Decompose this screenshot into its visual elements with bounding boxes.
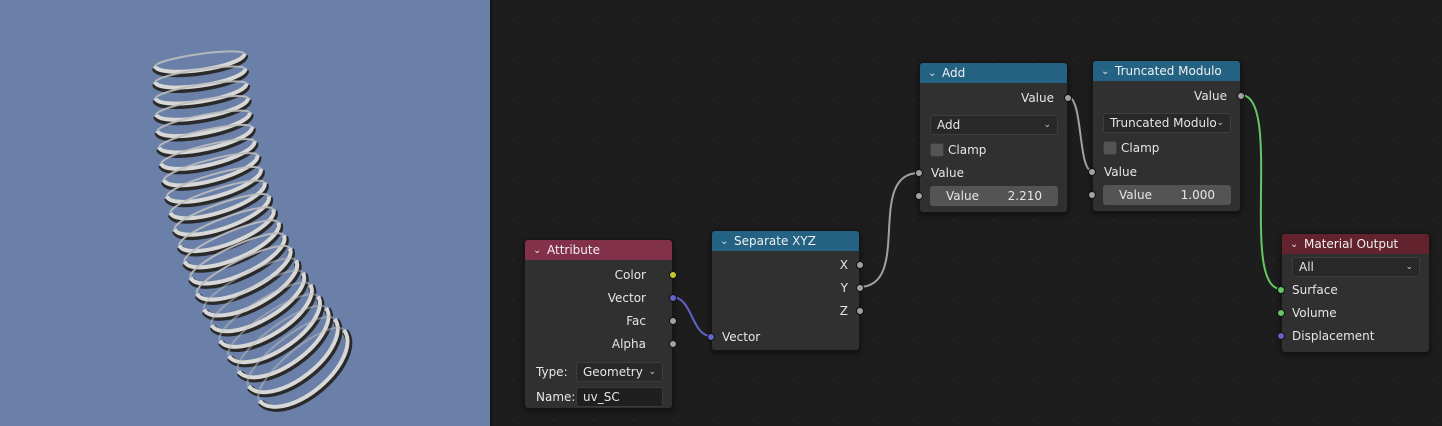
material-output-node[interactable]: ⌄ Material Output All ⌄ Surface Volume D… xyxy=(1277,233,1430,353)
output-x-label: X xyxy=(839,258,848,272)
clamp-label: Clamp xyxy=(1121,141,1160,155)
input-value-socket[interactable] xyxy=(1088,168,1096,176)
separate-xyz-node[interactable]: ⌄ Separate XYZ X Y Z Vector xyxy=(707,230,864,351)
value-field-label: Value xyxy=(946,189,979,203)
chevron-down-icon: ⌄ xyxy=(648,367,656,377)
input-vector-label: Vector xyxy=(722,330,761,344)
operation-value: Truncated Modulo xyxy=(1110,116,1217,130)
input-value2-socket[interactable] xyxy=(915,192,923,200)
node-title: Separate XYZ xyxy=(734,234,816,248)
attribute-name-value: uv_SC xyxy=(583,390,620,404)
input-volume-socket[interactable] xyxy=(1277,309,1285,317)
output-fac-socket[interactable] xyxy=(669,317,677,325)
link-y-to-add xyxy=(858,172,920,288)
output-value-label: Value xyxy=(1021,91,1054,105)
link-modulo-to-surface xyxy=(1240,94,1282,290)
chevron-down-icon: ⌄ xyxy=(1216,118,1224,128)
node-title: Material Output xyxy=(1304,237,1399,251)
input-surface-label: Surface xyxy=(1292,283,1338,297)
operation-dropdown[interactable]: Add ⌄ xyxy=(930,115,1058,135)
value-field-value: 2.210 xyxy=(1007,189,1042,203)
input-surface-socket[interactable] xyxy=(1277,286,1285,294)
output-y-socket[interactable] xyxy=(856,284,864,292)
math-add-node[interactable]: ⌄ Add Value Add ⌄ Clamp Value Value 2.21… xyxy=(915,62,1072,213)
clamp-label: Clamp xyxy=(948,143,987,157)
node-title: Add xyxy=(942,66,966,80)
chevron-down-icon[interactable]: ⌄ xyxy=(1101,66,1115,77)
tube-rib xyxy=(151,50,249,78)
attribute-node[interactable]: ⌄ Attribute Color Vector Fac Alpha Type:… xyxy=(524,239,677,409)
output-color-label: Color xyxy=(614,268,646,282)
input-value2-socket[interactable] xyxy=(1088,191,1096,199)
output-z-label: Z xyxy=(839,304,848,318)
input-displacement-label: Displacement xyxy=(1292,329,1375,343)
type-value: Geometry xyxy=(583,365,643,379)
material-output-node-header[interactable]: ⌄ Material Output xyxy=(1282,234,1429,254)
attribute-node-header[interactable]: ⌄ Attribute xyxy=(525,240,672,260)
operation-value: Add xyxy=(937,118,961,132)
math-add-node-header[interactable]: ⌄ Add xyxy=(920,63,1067,83)
target-value: All xyxy=(1299,260,1314,274)
type-label: Type: xyxy=(536,365,568,379)
chevron-down-icon: ⌄ xyxy=(1043,120,1051,130)
3d-viewport[interactable] xyxy=(0,0,490,426)
output-value-socket[interactable] xyxy=(1237,92,1245,100)
shader-node-editor[interactable]: ⌄ Attribute Color Vector Fac Alpha Type:… xyxy=(493,0,1442,426)
output-color-socket[interactable] xyxy=(669,271,677,279)
node-title: Truncated Modulo xyxy=(1115,64,1222,78)
value-field[interactable]: Value 2.210 xyxy=(930,186,1058,206)
output-z-socket[interactable] xyxy=(856,307,864,315)
chevron-down-icon[interactable]: ⌄ xyxy=(533,245,547,256)
math-truncated-modulo-node[interactable]: ⌄ Truncated Modulo Value Truncated Modul… xyxy=(1088,60,1245,212)
target-dropdown[interactable]: All ⌄ xyxy=(1292,257,1420,277)
output-vector-label: Vector xyxy=(607,291,646,305)
input-displacement-socket[interactable] xyxy=(1277,332,1285,340)
value-field[interactable]: Value 1.000 xyxy=(1103,185,1231,205)
clamp-checkbox[interactable] xyxy=(930,143,944,157)
chevron-down-icon[interactable]: ⌄ xyxy=(1290,239,1304,250)
truncated-modulo-node-header[interactable]: ⌄ Truncated Modulo xyxy=(1093,61,1240,81)
input-value-socket[interactable] xyxy=(915,169,923,177)
output-x-socket[interactable] xyxy=(856,261,864,269)
chevron-down-icon: ⌄ xyxy=(1405,262,1413,272)
output-alpha-socket[interactable] xyxy=(669,340,677,348)
link-vector-to-separate xyxy=(671,296,712,337)
clamp-checkbox[interactable] xyxy=(1103,141,1117,155)
output-alpha-label: Alpha xyxy=(611,337,646,351)
link-add-to-modulo xyxy=(1067,96,1093,172)
rendered-object xyxy=(151,50,353,412)
output-value-label: Value xyxy=(1194,89,1227,103)
output-y-label: Y xyxy=(840,281,848,295)
operation-dropdown[interactable]: Truncated Modulo ⌄ xyxy=(1103,113,1231,133)
input-vector-socket[interactable] xyxy=(707,333,715,341)
input-volume-label: Volume xyxy=(1292,306,1337,320)
input-value-label: Value xyxy=(931,166,964,180)
output-fac-label: Fac xyxy=(626,314,646,328)
output-value-socket[interactable] xyxy=(1064,94,1072,102)
type-dropdown[interactable]: Geometry ⌄ xyxy=(576,362,663,382)
separate-xyz-node-header[interactable]: ⌄ Separate XYZ xyxy=(712,231,859,251)
name-label: Name: xyxy=(536,390,576,404)
node-title: Attribute xyxy=(547,243,600,257)
output-vector-socket[interactable] xyxy=(669,294,677,302)
value-field-label: Value xyxy=(1119,188,1152,202)
attribute-name-input[interactable]: uv_SC xyxy=(576,387,663,407)
input-value-label: Value xyxy=(1104,165,1137,179)
chevron-down-icon[interactable]: ⌄ xyxy=(928,68,942,79)
chevron-down-icon[interactable]: ⌄ xyxy=(720,236,734,247)
value-field-value: 1.000 xyxy=(1180,188,1215,202)
